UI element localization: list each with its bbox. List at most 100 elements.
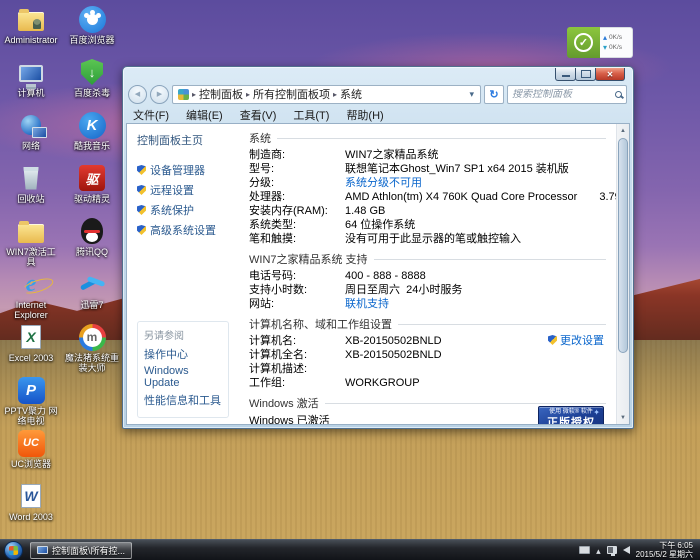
- scrollbar-thumb[interactable]: [618, 138, 628, 353]
- change-settings[interactable]: 更改设置: [548, 332, 604, 348]
- breadcrumb-control-panel[interactable]: 控制面板: [196, 86, 246, 102]
- sidebar-item-windows-update[interactable]: Windows Update: [144, 365, 222, 389]
- forward-button[interactable]: [150, 85, 169, 104]
- sidebar-item-control-panel-home[interactable]: 控制面板主页: [137, 132, 235, 148]
- security-ok-tile[interactable]: [567, 27, 600, 58]
- sidebar-item-remote-settings[interactable]: 远程设置: [137, 182, 235, 198]
- header-rule: [325, 403, 606, 404]
- minimize-button[interactable]: [555, 68, 576, 81]
- download-speed-value: 0K/s: [609, 44, 622, 51]
- desktop-icon-thunder[interactable]: 迅雷7: [60, 269, 124, 322]
- desktop-icon-label: 百度杀毒: [74, 88, 110, 98]
- desktop-icon-word[interactable]: WWord 2003: [2, 481, 60, 534]
- scrollbar[interactable]: [616, 124, 629, 424]
- rating-unavailable-link[interactable]: 系统分级不可用: [345, 177, 422, 190]
- sidebar-item-device-manager[interactable]: 设备管理器: [137, 162, 235, 178]
- menu-view[interactable]: 查看(V): [240, 107, 277, 121]
- breadcrumb-system[interactable]: 系统: [337, 86, 365, 102]
- sidebar-item-performance-tools[interactable]: 性能信息和工具: [144, 392, 222, 408]
- breadcrumb[interactable]: 控制面板 所有控制面板项 系统: [172, 85, 481, 104]
- row-label: 分级:: [249, 177, 345, 190]
- desktop-icon-kuwo-music[interactable]: K酷我音乐: [60, 110, 124, 163]
- row-value: 1.48 GB: [345, 205, 385, 218]
- row-label: 电话号码:: [249, 270, 345, 283]
- desktop-icon-win7-activator[interactable]: WIN7激活工具: [2, 216, 60, 269]
- search-box[interactable]: [507, 85, 627, 104]
- refresh-button[interactable]: [484, 85, 504, 104]
- row-value: WORKGROUP: [345, 377, 420, 390]
- menu-tools[interactable]: 工具(T): [293, 107, 329, 121]
- taskbar-item-control-panel[interactable]: 控制面板\所有控...: [30, 542, 132, 559]
- info-row: 电话号码:400 - 888 - 8888: [249, 270, 606, 283]
- row-label: 处理器:: [249, 191, 345, 204]
- info-row: 型号:联想笔记本Ghost_Win7 SP1 x64 2015 装机版: [249, 163, 606, 176]
- search-input[interactable]: [512, 89, 615, 100]
- desktop-icon-pptv[interactable]: PPPTV聚力 网络电视: [2, 375, 60, 428]
- desktop-icon-qq[interactable]: 腾讯QQ: [60, 216, 124, 269]
- desktop-icon-label: Excel 2003: [9, 353, 54, 363]
- net-speed-widget[interactable]: 0K/s 0K/s: [567, 27, 633, 58]
- genuine-windows-badge-icon[interactable]: 使用 微软® 软件 正版授权 安全 稳定 可靠: [538, 406, 604, 424]
- change-settings-link[interactable]: 更改设置: [560, 332, 604, 348]
- row-label: 系统类型:: [249, 219, 345, 232]
- info-row: 工作组:WORKGROUP: [249, 377, 606, 390]
- desktop-icon-network[interactable]: 网络: [2, 110, 60, 163]
- desktop-icon-internet-explorer[interactable]: eInternet Explorer: [2, 269, 60, 322]
- desktop-icon-excel[interactable]: XExcel 2003: [2, 322, 60, 375]
- row-label: 笔和触摸:: [249, 233, 345, 246]
- maximize-button[interactable]: [575, 68, 596, 81]
- desktop-icon-administrator[interactable]: Administrator: [2, 4, 60, 57]
- desktop-icon-baidu-browser[interactable]: 百度浏览器: [60, 4, 124, 57]
- row-value: 400 - 888 - 8888: [345, 270, 426, 283]
- upload-speed: 0K/s: [603, 33, 632, 42]
- desktop-icon-driver-genie[interactable]: 驱驱动精灵: [60, 163, 124, 216]
- close-button[interactable]: [595, 68, 625, 81]
- scroll-down-arrow[interactable]: [617, 411, 629, 424]
- see-also-box: 另请参阅 操作中心 Windows Update 性能信息和工具: [137, 321, 229, 418]
- system-window: 控制面板 所有控制面板项 系统 文件(F) 编辑(E) 查看(V) 工具(T) …: [122, 66, 634, 429]
- start-button[interactable]: [4, 541, 23, 560]
- row-value: 周日至周六 24小时服务: [345, 284, 462, 297]
- section-header: WIN7之家精品系统 支持: [249, 251, 606, 267]
- menu-bar: 文件(F) 编辑(E) 查看(V) 工具(T) 帮助(H): [133, 107, 627, 121]
- input-indicator-icon[interactable]: [579, 546, 590, 554]
- section-title: Windows 激活: [249, 395, 319, 411]
- sidebar-item-system-protection[interactable]: 系统保护: [137, 202, 235, 218]
- desktop-icon-recycle-bin[interactable]: 回收站: [2, 163, 60, 216]
- back-button[interactable]: [128, 85, 147, 104]
- desktop-icon-label: 回收站: [17, 194, 44, 204]
- upload-speed-value: 0K/s: [609, 34, 622, 41]
- sidebar-item-advanced-settings[interactable]: 高级系统设置: [137, 222, 235, 238]
- row-value: XB-20150502BNLD: [345, 349, 442, 362]
- row-value: XB-20150502BNLD: [345, 335, 442, 348]
- menu-help[interactable]: 帮助(H): [346, 107, 383, 121]
- online-support-link[interactable]: 联机支持: [345, 298, 389, 311]
- menu-file[interactable]: 文件(F): [133, 107, 169, 121]
- row-label: 计算机描述:: [249, 363, 345, 376]
- desktop-icon-computer[interactable]: 计算机: [2, 57, 60, 110]
- info-row: 系统类型:64 位操作系统: [249, 219, 606, 232]
- mofazhu-icon: m: [77, 322, 107, 352]
- sidebar-item-action-center[interactable]: 操作中心: [144, 346, 222, 362]
- show-hidden-icons-button[interactable]: [596, 541, 601, 559]
- thunder-icon: [77, 269, 107, 299]
- info-row: 支持小时数:周日至周六 24小时服务: [249, 284, 606, 297]
- desktop-icon-uc-browser[interactable]: UCUC浏览器: [2, 428, 60, 481]
- uac-shield-icon: [137, 165, 146, 175]
- volume-tray-icon[interactable]: [623, 546, 630, 554]
- menu-edit[interactable]: 编辑(E): [186, 107, 223, 121]
- chevron-down-icon[interactable]: [466, 88, 477, 100]
- section-activation: Windows 激活 Windows 已激活 产品 ID: 00426-OEM-…: [249, 395, 606, 424]
- sidebar: 控制面板主页 设备管理器 远程设置 系统保护 高级系统设置 另请参阅 操作中心 …: [127, 124, 237, 424]
- network-icon: [16, 110, 46, 140]
- desktop-icon-baidu-antivirus[interactable]: ↓百度杀毒: [60, 57, 124, 110]
- scroll-up-arrow[interactable]: [617, 124, 629, 137]
- windows-logo-icon: [9, 545, 18, 554]
- clock-time: 下午 6:05: [636, 541, 693, 550]
- breadcrumb-all-items[interactable]: 所有控制面板项: [250, 86, 333, 102]
- desktop-icon-mofazhu[interactable]: m魔法猪系统重装大师: [60, 322, 124, 375]
- taskbar-clock[interactable]: 下午 6:05 2015/5/2 星期六: [636, 541, 696, 559]
- row-value: 联想笔记本Ghost_Win7 SP1 x64 2015 装机版: [345, 163, 569, 176]
- row-label: 支持小时数:: [249, 284, 345, 297]
- taskbar-item-label: 控制面板\所有控...: [52, 544, 125, 557]
